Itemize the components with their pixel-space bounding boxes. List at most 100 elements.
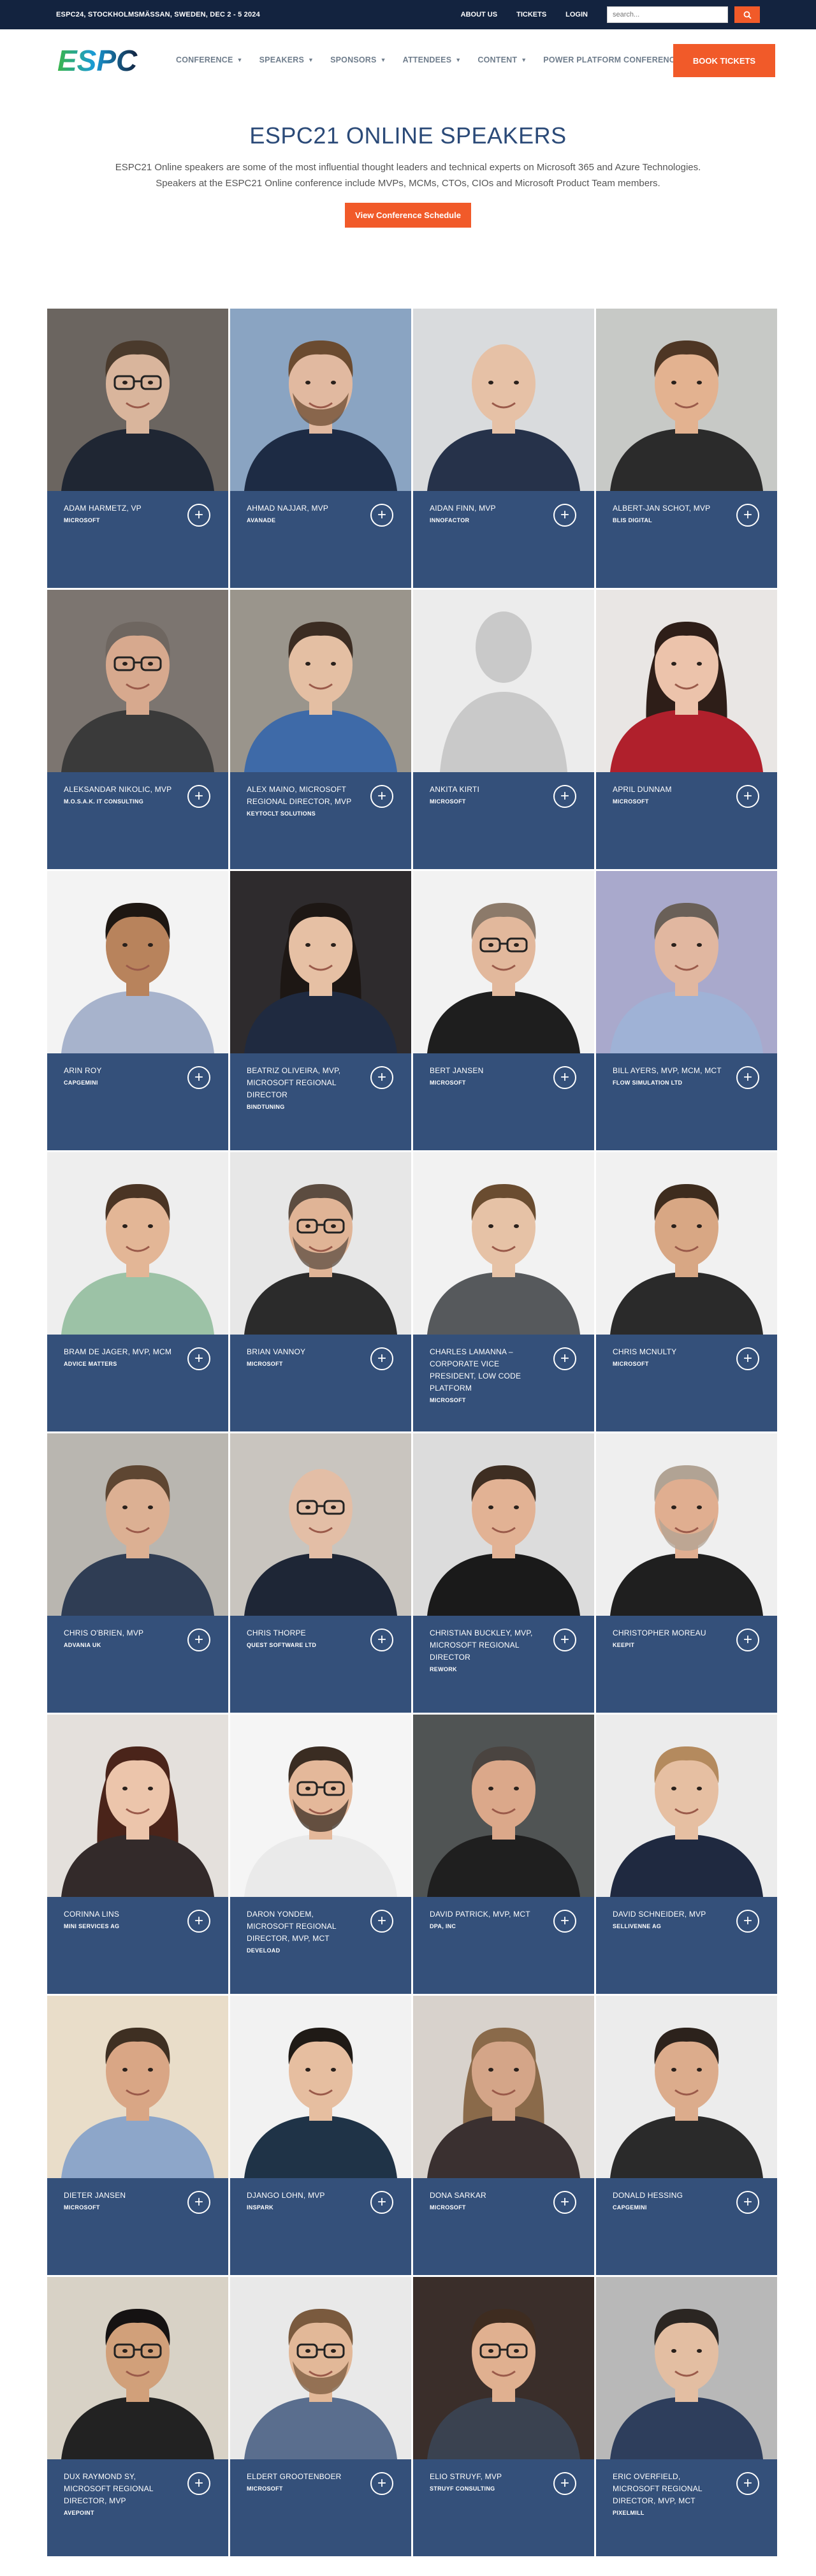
- speaker-name[interactable]: DONA SARKAR: [430, 2190, 543, 2202]
- speaker-name[interactable]: DAVID SCHNEIDER, MVP: [613, 1908, 726, 1921]
- expand-plus-icon[interactable]: +: [553, 2191, 576, 2214]
- speaker-name[interactable]: CHRIS O'BRIEN, MVP: [64, 1627, 177, 1639]
- about-us-link[interactable]: ABOUT US: [461, 11, 497, 18]
- speaker-card[interactable]: AHMAD NAJJAR, MVP AVANADE +: [230, 309, 411, 588]
- speaker-name[interactable]: DJANGO LOHN, MVP: [247, 2190, 360, 2202]
- speaker-name[interactable]: CHRISTOPHER MOREAU: [613, 1627, 726, 1639]
- speaker-card[interactable]: BEATRIZ OLIVEIRA, MVP, MICROSOFT REGIONA…: [230, 871, 411, 1150]
- speaker-card[interactable]: CHRIS O'BRIEN, MVP ADVANIA UK +: [47, 1433, 228, 1713]
- speaker-card[interactable]: BRAM DE JAGER, MVP, MCM ADVICE MATTERS +: [47, 1152, 228, 1431]
- expand-plus-icon[interactable]: +: [736, 1910, 759, 1933]
- speaker-name[interactable]: APRIL DUNNAM: [613, 784, 726, 796]
- speaker-card[interactable]: CHRIS MCNULTY MICROSOFT +: [596, 1152, 777, 1431]
- expand-plus-icon[interactable]: +: [370, 1910, 393, 1933]
- speaker-card[interactable]: DIETER JANSEN MICROSOFT +: [47, 1996, 228, 2275]
- speaker-card[interactable]: DAVID PATRICK, MVP, MCT DPA, INC +: [413, 1715, 594, 1994]
- nav-power-platform[interactable]: POWER PLATFORM CONFERENCE: [543, 55, 680, 64]
- speaker-name[interactable]: ELDERT GROOTENBOER: [247, 2471, 360, 2483]
- speaker-name[interactable]: ERIC OVERFIELD, MICROSOFT REGIONAL DIREC…: [613, 2471, 726, 2507]
- expand-plus-icon[interactable]: +: [187, 1628, 210, 1651]
- speaker-name[interactable]: ELIO STRUYF, MVP: [430, 2471, 543, 2483]
- expand-plus-icon[interactable]: +: [187, 504, 210, 527]
- speaker-card[interactable]: CHARLES LAMANNA – CORPORATE VICE PRESIDE…: [413, 1152, 594, 1431]
- expand-plus-icon[interactable]: +: [370, 1347, 393, 1370]
- book-tickets-button[interactable]: BOOK TICKETS: [673, 44, 775, 77]
- speaker-name[interactable]: ALEX MAINO, MICROSOFT REGIONAL DIRECTOR,…: [247, 784, 360, 808]
- nav-attendees[interactable]: ATTENDEES ▼: [403, 55, 462, 64]
- speaker-card[interactable]: ERIC OVERFIELD, MICROSOFT REGIONAL DIREC…: [596, 2277, 777, 2556]
- nav-content[interactable]: CONTENT ▼: [477, 55, 527, 64]
- speaker-name[interactable]: BEATRIZ OLIVEIRA, MVP, MICROSOFT REGIONA…: [247, 1065, 360, 1101]
- speaker-name[interactable]: BRAM DE JAGER, MVP, MCM: [64, 1346, 177, 1358]
- speaker-card[interactable]: CHRISTIAN BUCKLEY, MVP, MICROSOFT REGION…: [413, 1433, 594, 1713]
- expand-plus-icon[interactable]: +: [553, 504, 576, 527]
- tickets-link[interactable]: TICKETS: [516, 11, 546, 18]
- view-schedule-button[interactable]: View Conference Schedule: [345, 203, 471, 228]
- expand-plus-icon[interactable]: +: [187, 1347, 210, 1370]
- expand-plus-icon[interactable]: +: [370, 785, 393, 808]
- speaker-name[interactable]: CHARLES LAMANNA – CORPORATE VICE PRESIDE…: [430, 1346, 543, 1394]
- speaker-card[interactable]: BERT JANSEN MICROSOFT +: [413, 871, 594, 1150]
- speaker-name[interactable]: ALEKSANDAR NIKOLIC, MVP: [64, 784, 177, 796]
- search-button[interactable]: [734, 6, 760, 23]
- expand-plus-icon[interactable]: +: [187, 1066, 210, 1089]
- speaker-card[interactable]: DUX RAYMOND SY, MICROSOFT REGIONAL DIREC…: [47, 2277, 228, 2556]
- expand-plus-icon[interactable]: +: [553, 1347, 576, 1370]
- speaker-card[interactable]: DAVID SCHNEIDER, MVP SELLIVENNE AG +: [596, 1715, 777, 1994]
- expand-plus-icon[interactable]: +: [370, 1066, 393, 1089]
- speaker-name[interactable]: ANKITA KIRTI: [430, 784, 543, 796]
- speaker-card[interactable]: ALEX MAINO, MICROSOFT REGIONAL DIRECTOR,…: [230, 590, 411, 869]
- nav-conference[interactable]: CONFERENCE ▼: [176, 55, 243, 64]
- expand-plus-icon[interactable]: +: [553, 785, 576, 808]
- speaker-card[interactable]: CHRIS THORPE QUEST SOFTWARE LTD +: [230, 1433, 411, 1713]
- speaker-card[interactable]: AIDAN FINN, MVP INNOFACTOR +: [413, 309, 594, 588]
- speaker-name[interactable]: DARON YONDEM, MICROSOFT REGIONAL DIRECTO…: [247, 1908, 360, 1945]
- speaker-card[interactable]: DONALD HESSING CAPGEMINI +: [596, 1996, 777, 2275]
- nav-sponsors[interactable]: SPONSORS ▼: [330, 55, 386, 64]
- nav-speakers[interactable]: SPEAKERS ▼: [259, 55, 314, 64]
- expand-plus-icon[interactable]: +: [370, 2191, 393, 2214]
- speaker-name[interactable]: BRIAN VANNOY: [247, 1346, 360, 1358]
- expand-plus-icon[interactable]: +: [553, 1910, 576, 1933]
- speaker-card[interactable]: CORINNA LINS MINI SERVICES AG +: [47, 1715, 228, 1994]
- speaker-card[interactable]: DARON YONDEM, MICROSOFT REGIONAL DIRECTO…: [230, 1715, 411, 1994]
- expand-plus-icon[interactable]: +: [187, 2191, 210, 2214]
- event-announcement[interactable]: ESPC24, STOCKHOLMSMÄSSAN, SWEDEN, DEC 2 …: [56, 11, 260, 18]
- speaker-name[interactable]: DIETER JANSEN: [64, 2190, 177, 2202]
- expand-plus-icon[interactable]: +: [187, 1910, 210, 1933]
- expand-plus-icon[interactable]: +: [736, 1628, 759, 1651]
- speaker-card[interactable]: CHRISTOPHER MOREAU KEEPIT +: [596, 1433, 777, 1713]
- speaker-name[interactable]: CHRISTIAN BUCKLEY, MVP, MICROSOFT REGION…: [430, 1627, 543, 1664]
- expand-plus-icon[interactable]: +: [370, 504, 393, 527]
- speaker-name[interactable]: DONALD HESSING: [613, 2190, 726, 2202]
- speaker-card[interactable]: DJANGO LOHN, MVP INSPARK +: [230, 1996, 411, 2275]
- speaker-name[interactable]: DUX RAYMOND SY, MICROSOFT REGIONAL DIREC…: [64, 2471, 177, 2507]
- speaker-name[interactable]: AIDAN FINN, MVP: [430, 502, 543, 515]
- expand-plus-icon[interactable]: +: [370, 2472, 393, 2495]
- speaker-name[interactable]: BILL AYERS, MVP, MCM, MCT: [613, 1065, 726, 1077]
- speaker-name[interactable]: BERT JANSEN: [430, 1065, 543, 1077]
- speaker-card[interactable]: BRIAN VANNOY MICROSOFT +: [230, 1152, 411, 1431]
- speaker-name[interactable]: CHRIS THORPE: [247, 1627, 360, 1639]
- expand-plus-icon[interactable]: +: [187, 785, 210, 808]
- speaker-card[interactable]: ADAM HARMETZ, VP MICROSOFT +: [47, 309, 228, 588]
- speaker-name[interactable]: CHRIS MCNULTY: [613, 1346, 726, 1358]
- expand-plus-icon[interactable]: +: [553, 2472, 576, 2495]
- speaker-card[interactable]: ANKITA KIRTI MICROSOFT +: [413, 590, 594, 869]
- speaker-card[interactable]: BILL AYERS, MVP, MCM, MCT FLOW SIMULATION…: [596, 871, 777, 1150]
- speaker-card[interactable]: ARIN ROY CAPGEMINI +: [47, 871, 228, 1150]
- speaker-card[interactable]: ALEKSANDAR NIKOLIC, MVP M.O.S.A.K. IT CON…: [47, 590, 228, 869]
- speaker-name[interactable]: ALBERT-JAN SCHOT, MVP: [613, 502, 726, 515]
- speaker-name[interactable]: AHMAD NAJJAR, MVP: [247, 502, 360, 515]
- expand-plus-icon[interactable]: +: [553, 1628, 576, 1651]
- speaker-card[interactable]: ELDERT GROOTENBOER MICROSOFT +: [230, 2277, 411, 2556]
- espc-logo[interactable]: ESPC: [56, 42, 145, 78]
- speaker-name[interactable]: DAVID PATRICK, MVP, MCT: [430, 1908, 543, 1921]
- expand-plus-icon[interactable]: +: [736, 785, 759, 808]
- expand-plus-icon[interactable]: +: [736, 1347, 759, 1370]
- speaker-name[interactable]: CORINNA LINS: [64, 1908, 177, 1921]
- speaker-card[interactable]: ALBERT-JAN SCHOT, MVP BLIS DIGITAL +: [596, 309, 777, 588]
- expand-plus-icon[interactable]: +: [736, 504, 759, 527]
- expand-plus-icon[interactable]: +: [370, 1628, 393, 1651]
- expand-plus-icon[interactable]: +: [187, 2472, 210, 2495]
